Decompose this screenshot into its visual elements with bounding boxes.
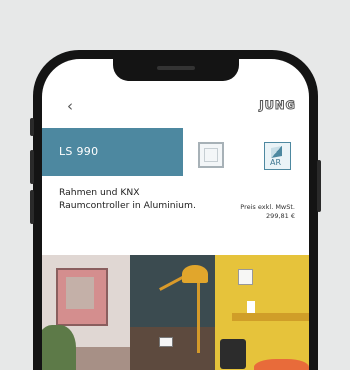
price-label: Preis exkl. MwSt. [240,203,295,211]
photo-cabinet [130,327,215,370]
volume-down-button [30,190,34,224]
frame-inner [204,148,218,162]
photo-lamp-head [182,265,208,283]
photo-table [254,359,309,370]
photo-wall-panel [238,269,253,285]
back-chevron-icon[interactable]: ‹ [67,99,73,114]
photo-shelf [232,313,309,321]
power-button [317,160,321,212]
room-photo [42,255,309,370]
mute-switch [30,118,34,136]
brand-logo: JUNG [259,98,296,112]
phone-notch [112,59,239,81]
photo-lamp-pole [197,283,200,353]
photo-vase [247,301,255,313]
ar-cube-icon [271,146,282,158]
product-name-bar: LS 990 [42,128,183,176]
price-block: Preis exkl. MwSt. 299,81 € [240,203,295,221]
volume-up-button [30,150,34,184]
photo-sofa [76,347,130,370]
speaker-grille [156,66,195,70]
phone-frame: ‹ JUNG LS 990 AR Rahmen und KNX Raumcont… [30,50,321,370]
photo-switch [159,337,173,347]
app-screen: ‹ JUNG LS 990 AR Rahmen und KNX Raumcont… [42,59,309,370]
ar-view-button[interactable]: AR [264,142,291,170]
product-description: Rahmen und KNX Raumcontroller in Alumini… [59,187,196,211]
price-value: 299,81 € [266,212,295,220]
photo-chair [220,339,246,369]
frame-icon[interactable] [198,142,224,168]
product-name: LS 990 [59,145,99,158]
photo-wall-art-inner [66,277,94,309]
ar-label: AR [270,158,282,167]
